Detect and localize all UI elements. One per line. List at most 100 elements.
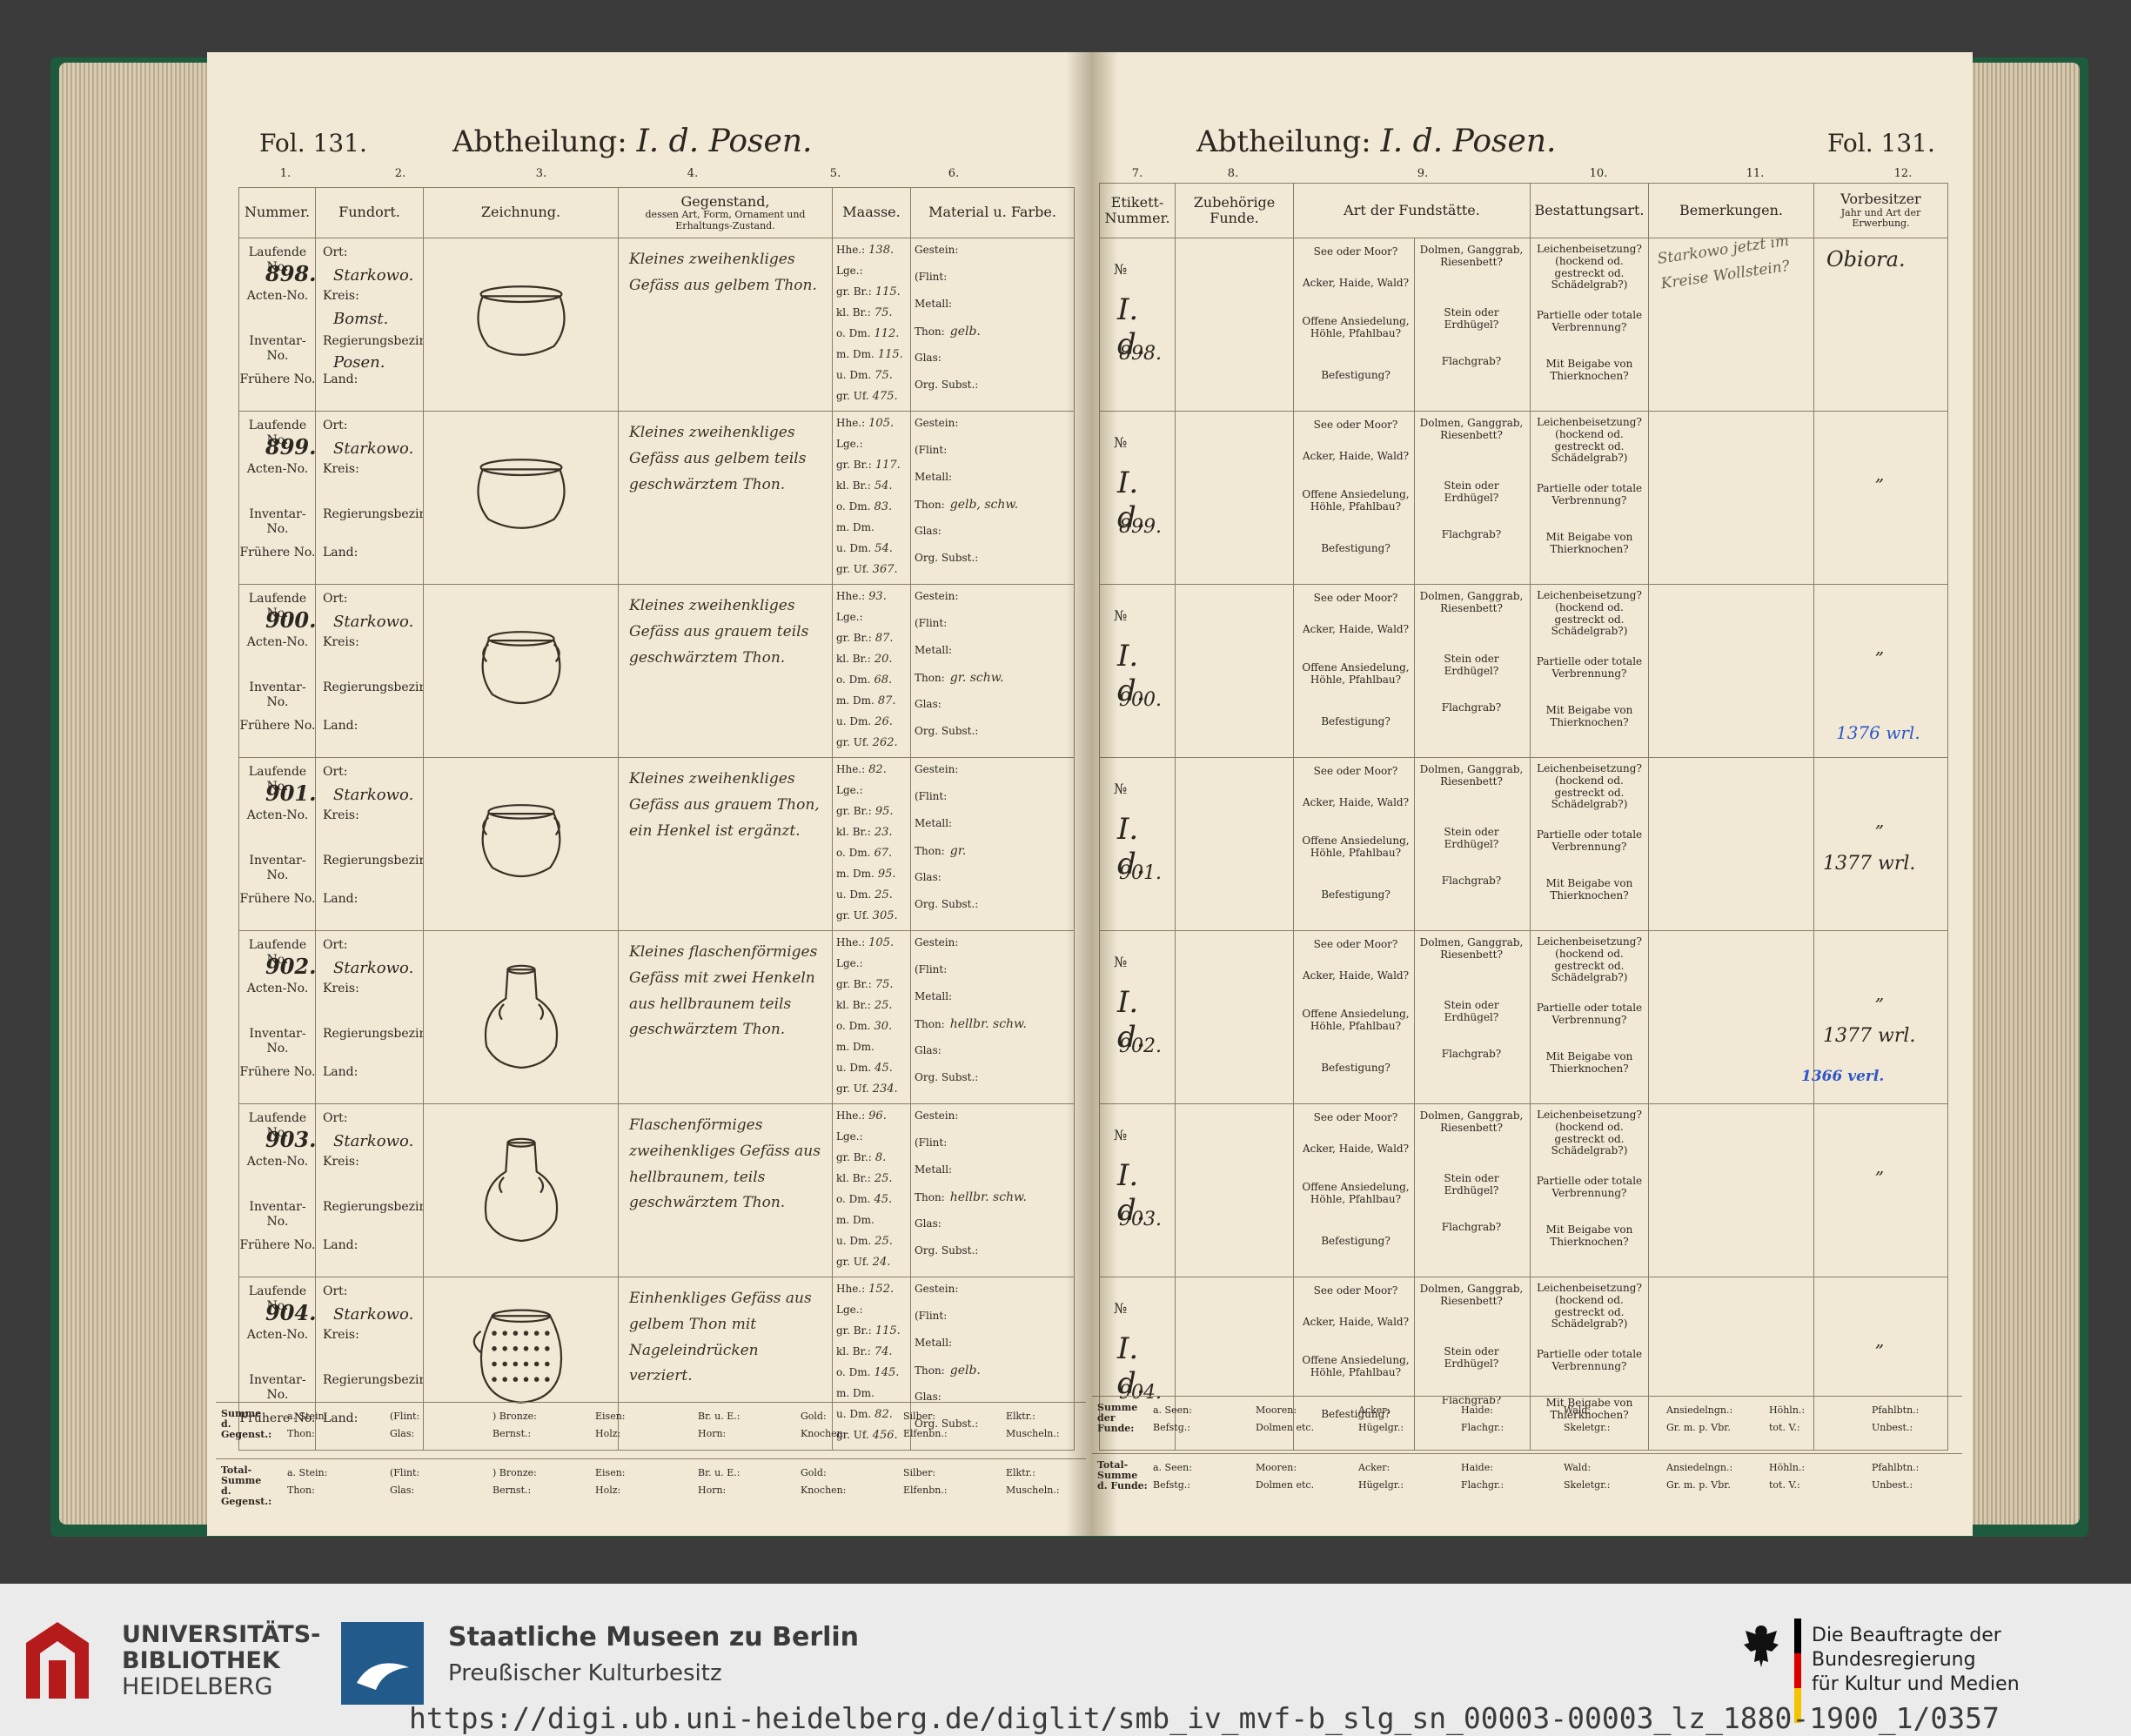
fundstaette-label: Flachgrab? (1441, 355, 1502, 367)
label-acten: Acten-No. (246, 635, 309, 649)
summe-field: Skeletgr.: (1564, 1479, 1611, 1491)
maasse-row: u. Dm. 26. (836, 715, 893, 728)
left_page-column-number: 3. (535, 167, 547, 180)
left_page-column-number: 1. (279, 167, 292, 180)
right_page-column-number: 12. (1893, 167, 1913, 180)
etikett-number: 903. (1119, 1209, 1162, 1230)
maasse-label: gr. Uf. (836, 909, 869, 922)
maasse-value: 138. (868, 244, 895, 257)
label-kreis: Kreis: (323, 808, 359, 822)
maasse-value: 75. (875, 369, 893, 382)
summe-field: Glas: (390, 1428, 415, 1439)
maasse-value: 45. (874, 1193, 893, 1206)
summe-field: Bernst.: (493, 1428, 532, 1439)
fundort-kreis: Bomst. (333, 310, 389, 328)
maasse-label: m. Dm. (836, 521, 875, 533)
fundort-regbez: Posen. (333, 353, 385, 372)
fundstaette-label: Offene Ansiedelung, Höhle, Pfahlbau? (1302, 834, 1410, 860)
label-kreis: Kreis: (323, 1155, 359, 1169)
label-ort: Ort: (323, 938, 348, 952)
maasse-row: Lge.: (836, 1304, 867, 1317)
material-thon-value: gelb. (949, 1364, 981, 1377)
label-ort: Ort: (323, 1284, 348, 1298)
maasse-label: gr. Uf. (836, 563, 869, 575)
right-page: Abtheilung: I. d. Posen. Fol. 131. 7. 8. 9… (1092, 52, 1973, 1536)
material-label: Thon: (915, 499, 945, 511)
material-row: Thon: gr. (915, 844, 966, 858)
fundstaette-label: See oder Moor? (1313, 938, 1398, 950)
label-inventar: Inventar-No. (249, 1200, 306, 1229)
maasse-label: Hhe.: (836, 936, 866, 948)
material-label: (Flint: (915, 617, 948, 629)
source-url-link[interactable]: https://digi.ub.uni-heidelberg.de/diglit… (409, 1701, 2000, 1735)
zubehoerige-cell (1175, 930, 1294, 1104)
footer-bar: UNIVERSITÄTS- BIBLIOTHEK HEIDELBERG Staa… (0, 1584, 2131, 1736)
header-zeichnung: Zeichnung. (423, 187, 619, 238)
maasse-value: 95. (877, 868, 896, 881)
maasse-label: gr. Br.: (836, 632, 872, 644)
material-label: Metall: (915, 817, 953, 829)
vorbesitzer-ditto: „ (1875, 637, 1885, 658)
material-row: Org. Subst.: (915, 1071, 978, 1083)
smb-title: Staatliche Museen zu Berlin (448, 1622, 860, 1652)
fundort-ort: Starkowo. (333, 439, 414, 458)
maasse-cell: Hhe.: 138. Lge.: gr. Br.: 115. kl. Br.: 75. o. … (832, 238, 911, 412)
maasse-row: m. Dm. 95. (836, 868, 896, 881)
maasse-label: Hhe.: (836, 763, 866, 775)
smb-logo-icon (341, 1622, 424, 1705)
bestattung-label: Partielle oder totale Verbrennung? (1536, 1175, 1643, 1199)
material-row: Metall: (915, 298, 952, 310)
maasse-row: gr. Uf. 234. (836, 1082, 898, 1096)
summe-field: Muscheln.: (1006, 1428, 1060, 1439)
maasse-cell: Hhe.: 105. Lge.: gr. Br.: 75. kl. Br.: 25. o. D… (832, 930, 911, 1104)
material-thon-value: hellbr. schw. (949, 1190, 1027, 1204)
maasse-value: 115. (875, 285, 901, 298)
maasse-value: 115. (877, 348, 903, 361)
material-label: Metall: (915, 990, 953, 1002)
summe-field: Muscheln.: (1006, 1485, 1060, 1496)
label-kreis: Kreis: (323, 635, 359, 649)
maasse-value: 54. (874, 479, 893, 493)
material-thon-value: gr. schw. (949, 671, 1004, 685)
material-label: Org. Subst.: (915, 1244, 979, 1257)
bemerkungen-cell (1648, 584, 1814, 758)
uni-line-1: UNIVERSITÄTS- (122, 1621, 321, 1648)
material-row: Glas: (915, 1044, 942, 1056)
maasse-row: m. Dm. 87. (836, 694, 896, 707)
summe-field: Haide: (1461, 1462, 1493, 1473)
maasse-label: gr. Br.: (836, 1324, 872, 1337)
maasse-row: o. Dm. 83. (836, 500, 892, 513)
material-label: (Flint: (915, 1136, 948, 1149)
maasse-label: Lge.: (836, 784, 863, 796)
gegenstand-description: Kleines zweihenkliges Gefäss aus grauem … (629, 597, 809, 667)
laufende-number: 902. (265, 954, 316, 979)
bkm-name: Die Beauftragte der Bundesregierung für … (1812, 1624, 2131, 1697)
table-row: № I. d. 898. See oder Moor? Acker, Haide, Wa… (1099, 238, 1948, 412)
maasse-row: gr. Br.: 117. (836, 459, 901, 472)
header-material: Material u. Farbe. (910, 187, 1075, 238)
maasse-label: m. Dm. (836, 868, 875, 880)
fundstaette-label: Stein oder Erdhügel? (1444, 1172, 1499, 1197)
maasse-label: Hhe.: (836, 590, 866, 602)
material-label: Thon: (915, 672, 945, 684)
label-fruehere: Frühere No. (239, 546, 316, 560)
etikett-number: 900. (1119, 689, 1162, 711)
maasse-value: 115. (875, 1324, 901, 1337)
vorbesitzer-cell: Obiora. (1813, 238, 1948, 412)
fundstaette-label: Acker, Haide, Wald? (1302, 796, 1410, 808)
maasse-row: kl. Br.: 20. (836, 653, 893, 666)
material-label: Thon: (915, 325, 945, 338)
vorbesitzer-cell: „ (1813, 757, 1948, 931)
label-regbez: Regierungsbezirk: (323, 680, 423, 694)
left-page: Fol. 131. Abtheilung: I. d. Posen. 1. 2. 3… (207, 52, 1092, 1536)
fundstaette-label: Befestigung? (1321, 1062, 1391, 1074)
fundstaette-label: Acker, Haide, Wald? (1302, 623, 1410, 635)
fundstaette-label: Acker, Haide, Wald? (1302, 1143, 1410, 1155)
bestattung-label: Mit Beigabe von Thierknochen? (1545, 531, 1633, 555)
fundstaette-label: Offene Ansiedelung, Höhle, Pfahlbau? (1302, 315, 1410, 340)
maasse-label: gr. Uf. (836, 1256, 869, 1268)
summe-rule (216, 1458, 1086, 1459)
summe-field: Hügelgr.: (1358, 1422, 1404, 1433)
material-label: Glas: (915, 1044, 942, 1056)
material-label: (Flint: (915, 1310, 948, 1322)
